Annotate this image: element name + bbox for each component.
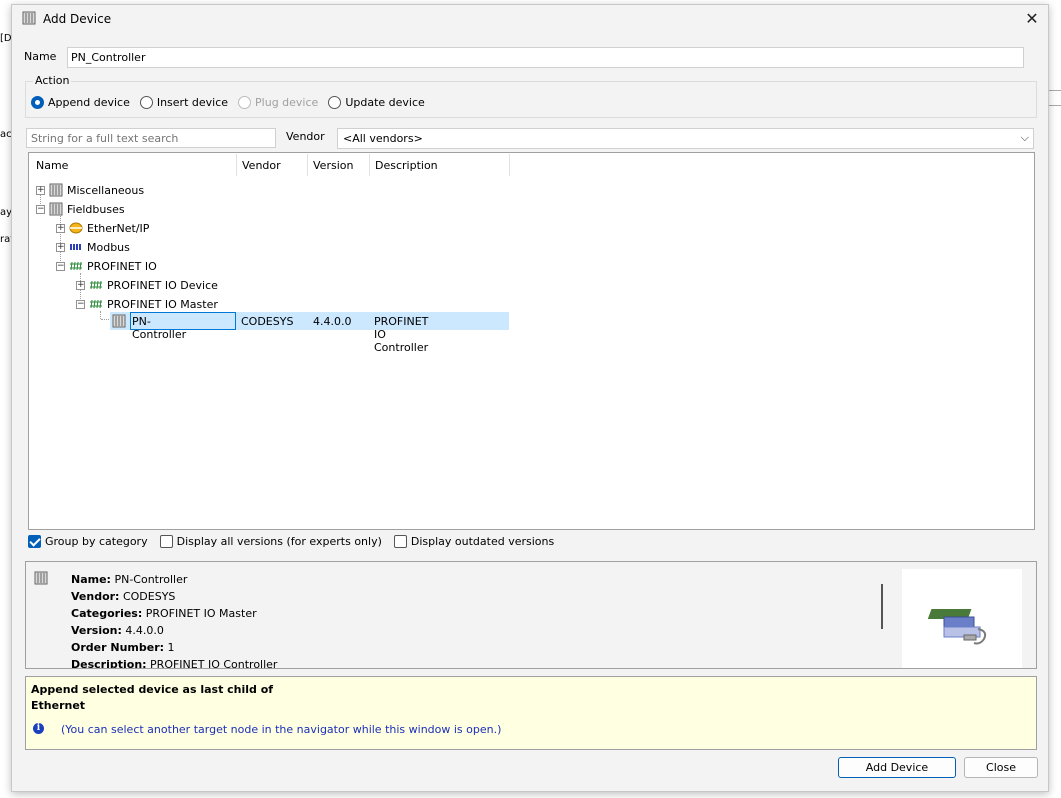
background-fragment: ac: [0, 129, 12, 140]
tree-node-modbus[interactable]: + Modbus: [56, 238, 130, 256]
info-name: Name: PN-Controller: [71, 573, 188, 586]
close-icon[interactable]: ✕: [1022, 9, 1042, 29]
tree-node-label: Modbus: [87, 240, 130, 254]
tree-node-label: PROFINET IO Master: [107, 297, 218, 311]
radio-label: Insert device: [156, 96, 229, 109]
background-toolbar-edge: [1049, 90, 1061, 106]
expand-icon[interactable]: +: [56, 242, 65, 252]
radio-label: Update device: [345, 96, 425, 109]
tree-node-profinet-io[interactable]: − PROFINET IO: [56, 257, 157, 275]
radio-indicator: [238, 96, 252, 109]
insert-device-radio[interactable]: Insert device: [139, 96, 229, 109]
profinet-icon: [90, 280, 102, 290]
tree-node-label: PROFINET IO Device: [107, 278, 218, 292]
checkbox-label: Display all versions (for experts only): [176, 535, 382, 548]
info-categories: Categories: PROFINET IO Master: [71, 607, 257, 620]
checkbox-indicator: [393, 535, 407, 548]
checkbox-indicator: [159, 535, 173, 548]
modbus-icon: [70, 244, 81, 250]
device-icon: [34, 571, 48, 585]
tree-node-label: PROFINET IO: [87, 259, 157, 273]
tree-node-label: EtherNet/IP: [87, 221, 150, 235]
info-description: Description: PROFINET IO Controller: [71, 658, 278, 669]
vendor-select[interactable]: <All vendors> ⌵: [337, 128, 1034, 149]
ethernet-ip-icon: [69, 222, 83, 234]
device-icon: [22, 11, 36, 25]
tree-node-label: Miscellaneous: [67, 183, 145, 197]
display-outdated-versions-checkbox[interactable]: Display outdated versions: [393, 535, 555, 548]
cell-description: PROFINET IO Controller: [374, 315, 429, 354]
radio-indicator: [31, 96, 44, 109]
info-version: Version: 4.4.0.0: [71, 624, 164, 637]
tree-header: Name Vendor Version Description: [29, 153, 1034, 177]
controller-hardware-icon: [927, 609, 987, 645]
expand-icon[interactable]: +: [36, 185, 45, 195]
collapse-icon[interactable]: −: [56, 261, 65, 271]
name-input[interactable]: [67, 47, 1024, 68]
device-icon: [49, 183, 63, 197]
device-tree: Name Vendor Version Description + Miscel…: [28, 152, 1035, 530]
device-info-panel: Name: PN-Controller Vendor: CODESYS Cate…: [25, 561, 1037, 669]
close-button[interactable]: Close: [964, 757, 1038, 778]
action-group: Action Append device Insert device Plug …: [25, 74, 1037, 118]
background-fragment: [D: [0, 33, 12, 44]
column-header-vendor[interactable]: Vendor: [242, 159, 281, 172]
radio-indicator: [139, 96, 153, 109]
vendor-label: Vendor: [286, 130, 325, 143]
search-input[interactable]: [26, 128, 276, 148]
checkbox-label: Display outdated versions: [410, 535, 555, 548]
hint-note: (You can select another target node in t…: [61, 723, 502, 736]
info-vendor: Vendor: CODESYS: [71, 590, 176, 603]
info-scrollbar[interactable]: [881, 584, 883, 629]
append-device-radio[interactable]: Append device: [31, 96, 130, 109]
radio-label: Plug device: [255, 96, 319, 109]
action-legend: Action: [33, 74, 72, 87]
hint-line-2: Ethernet: [31, 699, 86, 712]
hint-box: Append selected device as last child of …: [25, 676, 1037, 750]
device-icon: [112, 314, 126, 328]
info-order-number: Order Number: 1: [71, 641, 175, 654]
checkbox-label: Group by category: [45, 535, 148, 548]
vendor-select-value: <All vendors>: [343, 132, 423, 145]
expand-icon[interactable]: +: [56, 223, 65, 233]
profinet-icon: [90, 299, 102, 309]
collapse-icon[interactable]: −: [76, 299, 85, 309]
profinet-icon: [70, 261, 82, 271]
add-device-dialog: Add Device ✕ Name Action Append device I…: [11, 4, 1049, 792]
dialog-title: Add Device: [43, 12, 112, 26]
plug-device-radio: Plug device: [238, 96, 318, 109]
tree-node-label: Fieldbuses: [67, 202, 125, 216]
name-label: Name: [24, 50, 57, 63]
display-all-versions-checkbox[interactable]: Display all versions (for experts only): [159, 535, 382, 548]
update-device-radio[interactable]: Update device: [328, 96, 425, 109]
cell-version: 4.4.0.0: [313, 315, 352, 328]
device-icon: [49, 202, 63, 216]
group-by-category-checkbox[interactable]: Group by category: [28, 535, 148, 548]
collapse-icon[interactable]: −: [36, 204, 45, 214]
tree-node-fieldbuses[interactable]: − Fieldbuses: [36, 200, 125, 218]
add-device-button[interactable]: Add Device: [838, 757, 956, 778]
info-icon: i: [33, 723, 44, 734]
hint-line-1: Append selected device as last child of: [31, 683, 274, 696]
tree-node-profinet-io-device[interactable]: + PROFINET IO Device: [76, 276, 218, 294]
checkbox-indicator: [28, 535, 41, 548]
device-preview-image: [902, 569, 1022, 668]
radio-indicator: [328, 96, 342, 109]
column-header-description[interactable]: Description: [375, 159, 438, 172]
chevron-down-icon: ⌵: [1020, 131, 1029, 144]
tree-node-miscellaneous[interactable]: + Miscellaneous: [36, 181, 144, 199]
cell-name: PN-Controller: [132, 315, 187, 341]
column-header-version[interactable]: Version: [313, 159, 353, 172]
column-header-name[interactable]: Name: [36, 159, 68, 172]
expand-icon[interactable]: +: [76, 280, 85, 290]
tree-node-ethernet-ip[interactable]: + EtherNet/IP: [56, 219, 149, 237]
radio-label: Append device: [48, 96, 130, 109]
filter-options: Group by category Display all versions (…: [28, 535, 566, 548]
cell-vendor: CODESYS: [241, 315, 294, 328]
tree-node-profinet-io-master[interactable]: − PROFINET IO Master: [76, 295, 218, 313]
title-bar: Add Device ✕: [12, 5, 1048, 33]
